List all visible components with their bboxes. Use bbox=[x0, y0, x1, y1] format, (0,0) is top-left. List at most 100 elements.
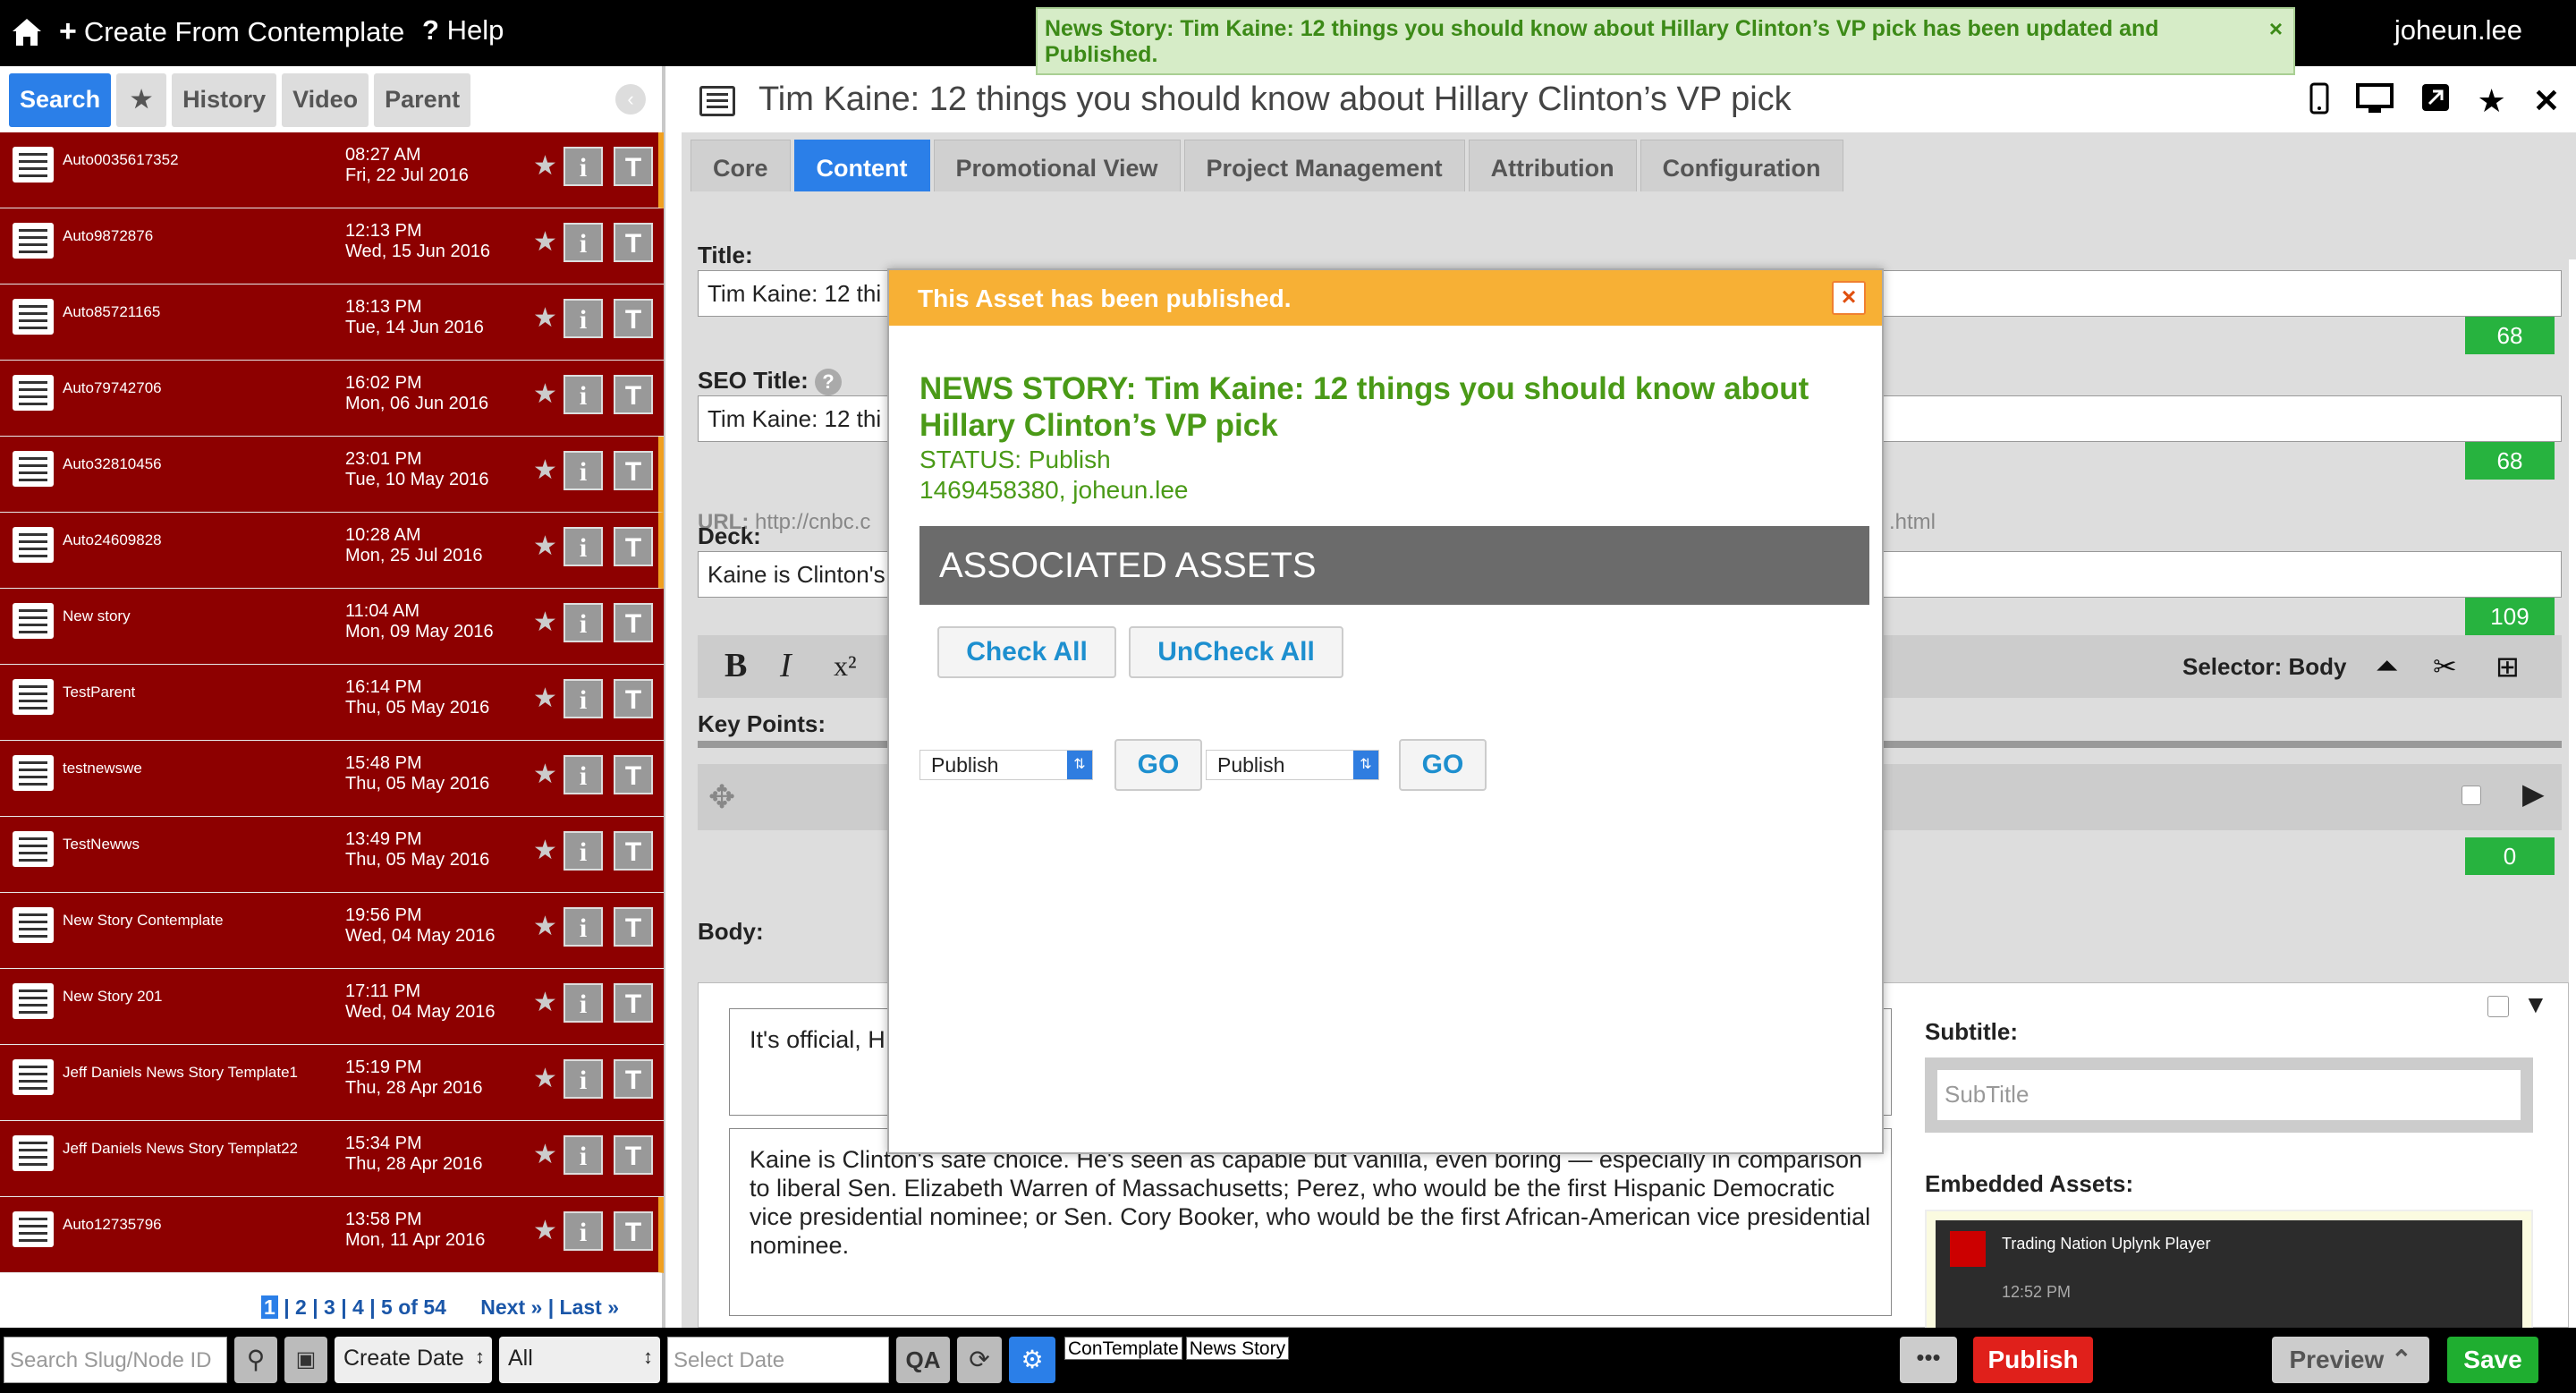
next-link[interactable]: Next » bbox=[480, 1295, 542, 1319]
favorite-star-icon[interactable]: ★ bbox=[2478, 82, 2506, 123]
tab-attribution[interactable]: Attribution bbox=[1468, 140, 1637, 195]
drag-handle-icon[interactable]: ✥ bbox=[708, 778, 735, 816]
go-button[interactable]: GO bbox=[1399, 739, 1487, 791]
template-icon[interactable]: T bbox=[614, 679, 653, 718]
template-icon[interactable]: T bbox=[614, 299, 653, 338]
info-icon[interactable]: i bbox=[564, 527, 603, 566]
asset-row[interactable]: TestNewws 13:49 PM Thu, 05 May 2016 ★ i T bbox=[0, 817, 664, 893]
favorite-star-icon[interactable]: ★ bbox=[533, 302, 557, 334]
asset-slug[interactable]: New story bbox=[63, 607, 331, 626]
info-icon[interactable]: i bbox=[564, 375, 603, 414]
asset-row[interactable]: Auto9872876 12:13 PM Wed, 15 Jun 2016 ★ i T bbox=[0, 208, 664, 285]
tag-item[interactable]: News Story bbox=[1185, 1337, 1290, 1360]
tag-item[interactable]: ConTemplate bbox=[1064, 1337, 1182, 1360]
asset-row[interactable]: New story 11:04 AM Mon, 09 May 2016 ★ i T bbox=[0, 589, 664, 665]
go-button[interactable]: GO bbox=[1114, 739, 1202, 791]
qa-icon[interactable]: QA bbox=[896, 1337, 950, 1383]
asset-slug[interactable]: TestParent bbox=[63, 683, 331, 702]
info-icon[interactable]: i bbox=[564, 223, 603, 262]
save-search-icon[interactable]: ▣ bbox=[284, 1337, 327, 1383]
bold-button[interactable]: B bbox=[724, 646, 747, 685]
asset-row[interactable]: Auto79742706 16:02 PM Mon, 06 Jun 2016 ★ i T bbox=[0, 361, 664, 437]
info-icon[interactable]: i bbox=[564, 1059, 603, 1099]
info-icon[interactable]: i bbox=[564, 1211, 603, 1251]
template-icon[interactable]: T bbox=[614, 223, 653, 262]
info-icon[interactable]: i bbox=[564, 603, 603, 642]
favorite-star-icon[interactable]: ★ bbox=[533, 150, 557, 182]
asset-slug[interactable]: Auto24609828 bbox=[63, 531, 331, 550]
info-icon[interactable]: i bbox=[564, 907, 603, 947]
asset-slug[interactable]: Jeff Daniels News Story Template1 bbox=[63, 1063, 331, 1083]
asset-row[interactable]: Jeff Daniels News Story Templat22 15:34 P… bbox=[0, 1121, 664, 1197]
favorite-star-icon[interactable]: ★ bbox=[533, 835, 557, 866]
tab-project-management[interactable]: Project Management bbox=[1183, 140, 1465, 195]
favorite-star-icon[interactable]: ★ bbox=[533, 987, 557, 1018]
action-select[interactable]: Publish ⇅ bbox=[1206, 750, 1379, 780]
collapse-sidebar-icon[interactable]: ‹ bbox=[615, 84, 646, 115]
info-icon[interactable]: i bbox=[564, 299, 603, 338]
tab-parent[interactable]: Parent bbox=[374, 73, 471, 127]
page-current[interactable]: 1 bbox=[261, 1295, 278, 1319]
select-date-input[interactable]: Select Date bbox=[667, 1337, 889, 1383]
favorite-star-icon[interactable]: ★ bbox=[533, 226, 557, 258]
asset-row[interactable]: Auto12735796 13:58 PM Mon, 11 Apr 2016 ★ i T bbox=[0, 1197, 664, 1273]
tab-promotional-view[interactable]: Promotional View bbox=[933, 140, 1181, 195]
info-icon[interactable]: i bbox=[564, 147, 603, 186]
favorite-star-icon[interactable]: ★ bbox=[533, 1215, 557, 1246]
expand-arrow-icon[interactable]: ▶ bbox=[2522, 777, 2545, 811]
body-paragraph[interactable]: Kaine is Clinton's safe choice. He's see… bbox=[729, 1128, 1892, 1316]
asset-slug[interactable]: testnewswe bbox=[63, 759, 331, 778]
favorite-star-icon[interactable]: ★ bbox=[533, 607, 557, 638]
asset-slug[interactable]: Jeff Daniels News Story Templat22 bbox=[63, 1139, 331, 1159]
info-icon[interactable]: i bbox=[564, 755, 603, 794]
asset-row[interactable]: Auto0035617352 08:27 AM Fri, 22 Jul 2016 ★ i… bbox=[0, 132, 664, 208]
template-icon[interactable]: T bbox=[614, 831, 653, 871]
tab-favorites[interactable]: ★ bbox=[116, 73, 167, 127]
create-from-contemplate-button[interactable]: + Create From Contemplate bbox=[59, 14, 404, 49]
home-icon[interactable] bbox=[11, 16, 43, 48]
asset-slug[interactable]: Auto9872876 bbox=[63, 226, 331, 246]
favorite-star-icon[interactable]: ★ bbox=[533, 683, 557, 714]
filter-select[interactable]: All bbox=[499, 1337, 660, 1383]
tab-configuration[interactable]: Configuration bbox=[1640, 140, 1843, 195]
search-icon[interactable]: ⚲ bbox=[234, 1337, 277, 1383]
close-icon[interactable]: × bbox=[2269, 16, 2283, 42]
template-icon[interactable]: T bbox=[614, 907, 653, 947]
template-icon[interactable]: T bbox=[614, 527, 653, 566]
asset-row[interactable]: New Story 201 17:11 PM Wed, 04 May 2016 ★ i T bbox=[0, 969, 664, 1045]
italic-button[interactable]: I bbox=[780, 646, 792, 685]
template-icon[interactable]: T bbox=[614, 983, 653, 1023]
sort-select[interactable]: Create Date bbox=[335, 1337, 492, 1383]
favorite-star-icon[interactable]: ★ bbox=[533, 531, 557, 562]
close-document-icon[interactable]: ✕ bbox=[2533, 82, 2560, 123]
info-icon[interactable]: i bbox=[564, 679, 603, 718]
template-icon[interactable]: T bbox=[614, 755, 653, 794]
asset-row[interactable]: Jeff Daniels News Story Template1 15:19 P… bbox=[0, 1045, 664, 1121]
check-all-button[interactable]: Check All bbox=[937, 626, 1116, 678]
asset-row[interactable]: New Story Contemplate 19:56 PM Wed, 04 May… bbox=[0, 893, 664, 969]
tab-video[interactable]: Video bbox=[282, 73, 369, 127]
template-icon[interactable]: T bbox=[614, 147, 653, 186]
asset-slug[interactable]: Auto32810456 bbox=[63, 454, 331, 474]
tab-core[interactable]: Core bbox=[691, 140, 791, 195]
asset-slug[interactable]: Auto0035617352 bbox=[63, 150, 331, 170]
template-icon[interactable]: T bbox=[614, 603, 653, 642]
asset-row[interactable]: Auto24609828 10:28 AM Mon, 25 Jul 2016 ★ i T bbox=[0, 513, 664, 589]
asset-row[interactable]: Auto85721165 18:13 PM Tue, 14 Jun 2016 ★ i T bbox=[0, 285, 664, 361]
add-icon[interactable]: ⊞ bbox=[2496, 650, 2520, 684]
asset-slug[interactable]: New Story Contemplate bbox=[63, 911, 331, 930]
favorite-star-icon[interactable]: ★ bbox=[533, 759, 557, 790]
save-button[interactable]: Save bbox=[2447, 1337, 2538, 1383]
key-points-checkbox[interactable] bbox=[2462, 786, 2481, 805]
publish-button[interactable]: Publish bbox=[1973, 1337, 2093, 1383]
info-icon[interactable]: i bbox=[564, 451, 603, 490]
template-icon[interactable]: T bbox=[614, 1211, 653, 1251]
asset-slug[interactable]: Auto85721165 bbox=[63, 302, 331, 322]
tab-search[interactable]: Search bbox=[9, 73, 112, 127]
info-icon[interactable]: i bbox=[564, 983, 603, 1023]
favorite-star-icon[interactable]: ★ bbox=[533, 1139, 557, 1170]
favorite-star-icon[interactable]: ★ bbox=[533, 911, 557, 942]
search-slug-input[interactable]: Search Slug/Node ID bbox=[4, 1337, 227, 1383]
tab-history[interactable]: History bbox=[172, 73, 277, 127]
template-icon[interactable]: T bbox=[614, 451, 653, 490]
